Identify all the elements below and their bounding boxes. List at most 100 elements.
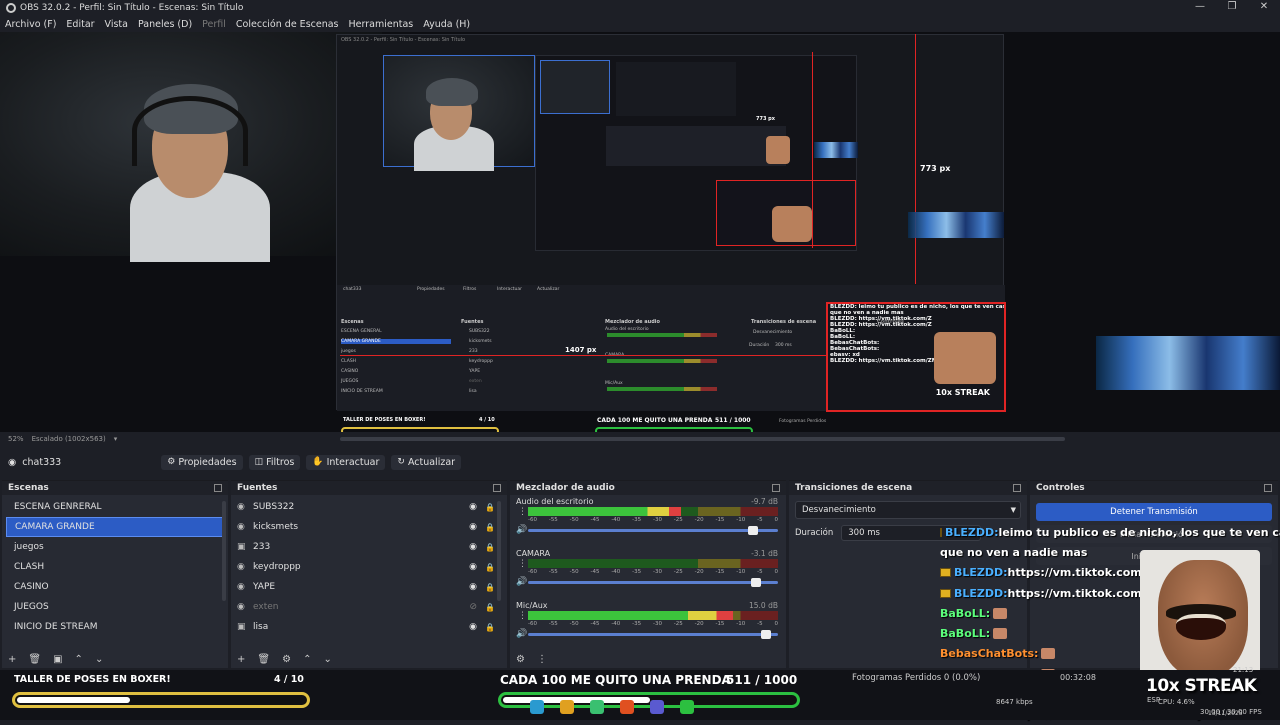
dock-float-icon[interactable]: [493, 484, 501, 492]
nested-duration: 300 ms: [775, 343, 792, 348]
window-controls: — ❐ ✕: [1184, 0, 1280, 16]
dock-float-icon[interactable]: [214, 484, 222, 492]
channel-menu-icon[interactable]: ⋮: [518, 559, 527, 569]
volume-slider[interactable]: [528, 578, 778, 587]
preview-scrollbar[interactable]: [340, 437, 1065, 441]
dock-float-icon[interactable]: [1013, 484, 1021, 492]
scene-item[interactable]: CASINO: [6, 577, 224, 597]
source-item[interactable]: ▣ 233 ◉ 🔒: [231, 537, 507, 557]
source-item[interactable]: ◉ YAPE ◉ 🔒: [231, 577, 507, 597]
source-settings-icon[interactable]: ⚙: [282, 654, 291, 665]
scene-item[interactable]: INICIO DE STREAM: [6, 617, 224, 637]
volume-knob[interactable]: [750, 578, 761, 587]
spotify-icon[interactable]: [680, 700, 694, 714]
lock-icon[interactable]: 🔒: [485, 523, 495, 532]
preview-canvas[interactable]: OBS 32.0.2 - Perfil: Sin Título - Escena…: [0, 32, 1280, 432]
remove-scene-icon[interactable]: 🗑: [28, 654, 41, 665]
source-item-hidden[interactable]: ◉ exten ⊘ 🔒: [231, 597, 507, 617]
mixer-menu-icon[interactable]: ⋮: [537, 654, 547, 665]
eye-hidden-icon[interactable]: ⊘: [469, 602, 477, 612]
add-scene-icon[interactable]: +: [8, 654, 16, 665]
lock-icon[interactable]: 🔒: [485, 623, 495, 632]
move-up-icon[interactable]: ⌃: [303, 654, 311, 665]
eye-icon[interactable]: ◉: [469, 502, 477, 512]
nested-scene: JUEGOS: [341, 379, 359, 384]
scene-item[interactable]: juegos: [6, 537, 224, 557]
chat-source-selected[interactable]: BLEZDD: leimo tu publico es de nicho, lo…: [826, 302, 1006, 412]
scene-item[interactable]: JUEGOS: [6, 597, 224, 617]
source-item[interactable]: ◉ keydroppp ◉ 🔒: [231, 557, 507, 577]
app-icon[interactable]: [620, 700, 634, 714]
sources-scrollbar[interactable]: [497, 501, 501, 601]
scaling-dropdown-icon[interactable]: ▾: [114, 435, 118, 443]
move-down-icon[interactable]: ⌄: [95, 654, 103, 665]
scene-item[interactable]: ESCENA GENRERAL: [6, 497, 224, 517]
lock-icon[interactable]: 🔒: [485, 543, 495, 552]
lock-icon[interactable]: 🔒: [485, 583, 495, 592]
scene-item-selected[interactable]: CAMARA GRANDE: [6, 517, 224, 537]
nested-source: exten: [469, 379, 482, 384]
move-up-icon[interactable]: ⌃: [75, 654, 83, 665]
transition-select[interactable]: Desvanecimiento ▼: [795, 501, 1021, 519]
menu-herramientas[interactable]: Herramientas: [344, 19, 419, 30]
volume-knob[interactable]: [748, 526, 758, 535]
move-down-icon[interactable]: ⌄: [323, 654, 331, 665]
menu-paneles[interactable]: Paneles (D): [133, 19, 197, 30]
lock-icon[interactable]: 🔒: [485, 503, 495, 512]
menu-vista[interactable]: Vista: [100, 19, 133, 30]
channel-menu-icon[interactable]: ⋮: [518, 507, 527, 517]
meter-tick: -40: [611, 517, 621, 523]
filters-button[interactable]: ◫ Filtros: [248, 454, 301, 470]
app-icon[interactable]: [590, 700, 604, 714]
add-source-icon[interactable]: +: [237, 654, 245, 665]
lock-icon[interactable]: 🔒: [485, 563, 495, 572]
width-px-label: 1407 px: [565, 346, 597, 354]
source-type-icon: ◉: [237, 582, 245, 592]
minimize-button[interactable]: —: [1184, 0, 1216, 16]
interact-button[interactable]: ✋ Interactuar: [306, 454, 386, 470]
speaker-icon[interactable]: 🔊: [516, 525, 527, 535]
scene-filters-icon[interactable]: ▣: [53, 654, 62, 665]
eye-icon[interactable]: ◉: [469, 522, 477, 532]
eye-icon[interactable]: ◉: [469, 562, 477, 572]
menu-coleccion-escenas[interactable]: Colección de Escenas: [231, 19, 344, 30]
scene-item[interactable]: CLASH: [6, 557, 224, 577]
maximize-button[interactable]: ❐: [1216, 0, 1248, 16]
source-item[interactable]: ◉ SUBS322 ◉ 🔒: [231, 497, 507, 517]
lock-icon[interactable]: 🔒: [485, 603, 495, 612]
eye-icon[interactable]: ◉: [469, 582, 477, 592]
system-date: 13/11/2025: [1208, 710, 1243, 717]
volume-slider[interactable]: [528, 526, 778, 535]
properties-button[interactable]: ⚙ Propiedades: [161, 454, 243, 470]
speaker-icon[interactable]: 🔊: [516, 577, 527, 587]
scenes-scrollbar[interactable]: [222, 501, 226, 601]
menu-ayuda[interactable]: Ayuda (H): [418, 19, 475, 30]
volume-knob[interactable]: [760, 630, 771, 639]
scenes-footer: + 🗑 ▣ ⌃ ⌄: [2, 650, 228, 668]
discord-icon[interactable]: [650, 700, 664, 714]
channel-menu-icon[interactable]: ⋮: [518, 611, 527, 621]
dock-float-icon[interactable]: [772, 484, 780, 492]
source-item[interactable]: ▣ lisa ◉ 🔒: [231, 617, 507, 637]
chat-message: BLEZDD: leimo tu publico es de nicho, lo…: [940, 522, 1280, 542]
volume-slider[interactable]: [528, 630, 778, 639]
refresh-button[interactable]: ↻ Actualizar: [391, 454, 462, 470]
menu-archivo[interactable]: Archivo (F): [0, 19, 61, 30]
speaker-icon[interactable]: 🔊: [516, 629, 527, 639]
mixer-settings-icon[interactable]: ⚙: [516, 654, 525, 665]
close-button[interactable]: ✕: [1248, 0, 1280, 16]
zoom-level[interactable]: 52%: [8, 435, 24, 443]
folder-icon[interactable]: [560, 700, 574, 714]
menu-editar[interactable]: Editar: [61, 19, 99, 30]
dock-float-icon[interactable]: [1264, 484, 1272, 492]
menu-perfil[interactable]: Perfil: [197, 19, 231, 30]
eye-icon[interactable]: ◉: [469, 622, 477, 632]
source-item[interactable]: ◉ kicksmets ◉ 🔒: [231, 517, 507, 537]
remove-source-icon[interactable]: 🗑: [257, 654, 270, 665]
browser-icon[interactable]: [530, 700, 544, 714]
nested-frames: Fotogramas Perdidos: [779, 419, 827, 424]
nested-goal2: CADA 100 ME QUITO UNA PRENDA: [597, 417, 713, 424]
meter-tick: -30: [652, 517, 662, 523]
eye-icon[interactable]: ◉: [469, 542, 477, 552]
stop-streaming-button[interactable]: Detener Transmisión: [1036, 503, 1272, 521]
